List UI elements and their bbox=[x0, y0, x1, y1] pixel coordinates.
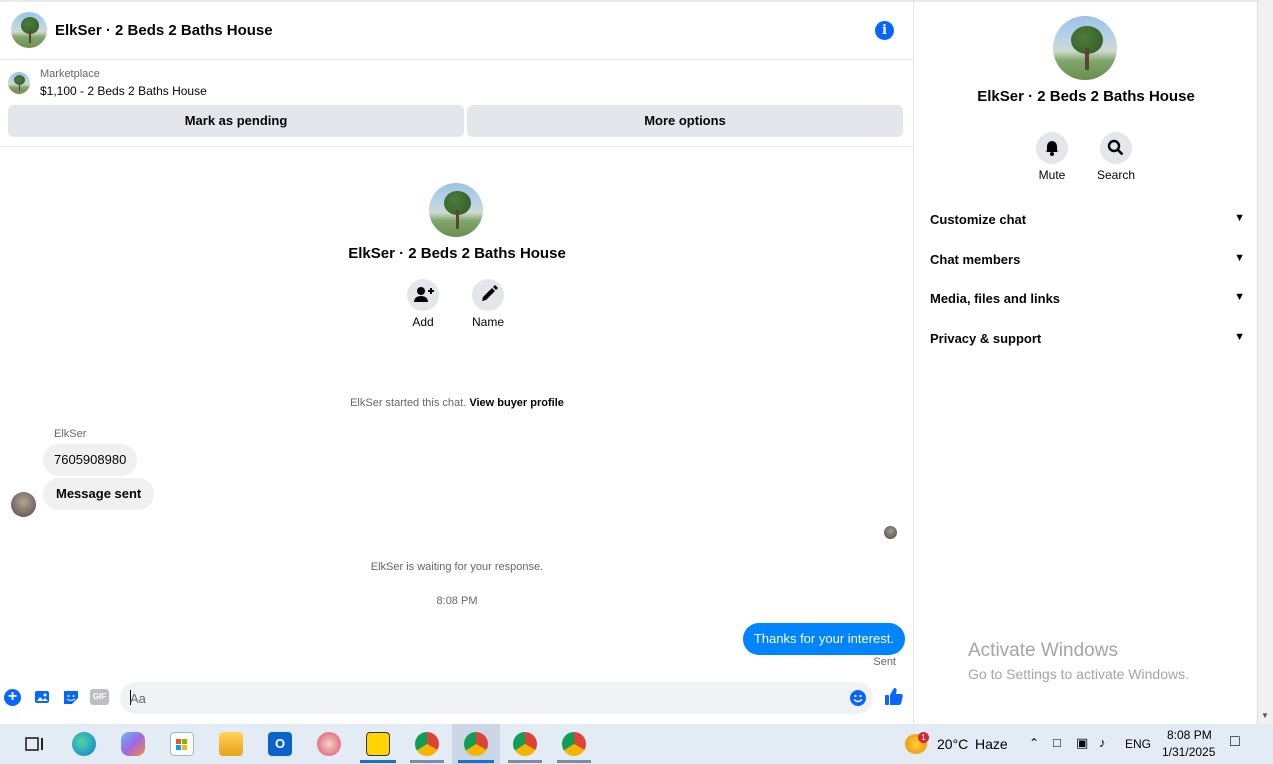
seen-indicator-avatar bbox=[884, 526, 897, 539]
scrollbar[interactable]: ▼ bbox=[1257, 0, 1273, 724]
message-placeholder: Aa bbox=[130, 691, 146, 706]
scroll-down-arrow-icon[interactable]: ▼ bbox=[1261, 711, 1269, 720]
sender-avatar[interactable] bbox=[11, 492, 36, 517]
notifications-icon[interactable]: □ bbox=[1230, 733, 1240, 751]
sticky-notes-icon[interactable] bbox=[366, 732, 390, 756]
chevron-down-icon: ▼ bbox=[1234, 291, 1245, 303]
clock-time[interactable]: 8:08 PM bbox=[1167, 728, 1212, 742]
profile-name: ElkSer · 2 Beds 2 Baths House bbox=[348, 245, 566, 262]
chat-started-text: ElkSer started this chat. bbox=[350, 397, 467, 409]
section-label: Chat members bbox=[930, 252, 1021, 267]
chevron-down-icon: ▼ bbox=[1234, 212, 1245, 224]
chevron-down-icon: ▼ bbox=[1234, 252, 1245, 264]
bell-icon bbox=[1046, 141, 1058, 156]
section-chat-members[interactable]: Chat members ▼ bbox=[930, 252, 1245, 267]
waiting-notice: ElkSer is waiting for your response. bbox=[370, 561, 544, 573]
side-avatar[interactable] bbox=[1053, 16, 1117, 80]
thumbs-up-icon[interactable] bbox=[883, 686, 904, 707]
sender-name: ElkSer bbox=[54, 428, 87, 440]
gif-icon[interactable]: GIF bbox=[90, 689, 109, 705]
task-view-icon[interactable] bbox=[22, 732, 46, 756]
open-indicator bbox=[410, 760, 444, 763]
section-media-files-links[interactable]: Media, files and links ▼ bbox=[930, 291, 1245, 306]
chat-started-notice: ElkSer started this chat. View buyer pro… bbox=[0, 397, 914, 409]
add-label: Add bbox=[412, 315, 434, 329]
section-privacy-support[interactable]: Privacy & support ▼ bbox=[930, 331, 1245, 346]
chrome-profile-icon[interactable] bbox=[464, 732, 488, 756]
chrome-profile-icon[interactable] bbox=[562, 732, 586, 756]
view-buyer-profile-link[interactable]: View buyer profile bbox=[469, 397, 564, 409]
add-person-icon bbox=[414, 287, 434, 302]
outgoing-message[interactable]: Thanks for your interest. bbox=[742, 623, 905, 655]
side-title: ElkSer · 2 Beds 2 Baths House bbox=[977, 88, 1195, 105]
message-input[interactable]: Aa bbox=[120, 682, 873, 714]
message-timestamp: 8:08 PM bbox=[436, 595, 478, 607]
chevron-down-icon: ▼ bbox=[1234, 331, 1245, 343]
edge-icon[interactable] bbox=[72, 732, 96, 756]
mark-as-pending-button[interactable]: Mark as pending bbox=[8, 105, 464, 137]
mute-button[interactable] bbox=[1036, 132, 1068, 164]
watermark-subtitle: Go to Settings to activate Windows. bbox=[968, 666, 1189, 682]
name-label: Name bbox=[471, 315, 504, 329]
chat-info-panel: ElkSer · 2 Beds 2 Baths House Mute Searc… bbox=[915, 2, 1257, 724]
active-indicator bbox=[458, 760, 494, 763]
store-icon[interactable] bbox=[170, 732, 194, 756]
volume-icon[interactable]: ♪ bbox=[1099, 735, 1106, 750]
activate-windows-watermark: Activate Windows Go to Settings to activ… bbox=[968, 640, 1189, 682]
header-avatar[interactable] bbox=[11, 12, 47, 48]
message-status: Sent bbox=[873, 656, 896, 668]
incoming-message[interactable]: Message sent bbox=[43, 478, 155, 510]
chat-header: ElkSer · 2 Beds 2 Baths House i bbox=[0, 2, 914, 60]
incoming-message[interactable]: 7605908980 bbox=[43, 444, 138, 476]
profile-avatar[interactable] bbox=[429, 183, 483, 237]
search-icon bbox=[1107, 139, 1124, 156]
copilot-icon[interactable] bbox=[121, 732, 145, 756]
mute-label: Mute bbox=[1038, 168, 1066, 182]
weather-desc[interactable]: Haze bbox=[975, 736, 1008, 752]
more-options-button[interactable]: More options bbox=[467, 105, 903, 137]
plus-icon[interactable]: + bbox=[4, 689, 21, 706]
section-label: Media, files and links bbox=[930, 291, 1061, 306]
marketplace-label: Marketplace bbox=[40, 68, 100, 80]
chevron-up-icon[interactable]: ⌃ bbox=[1029, 736, 1039, 750]
section-customize-chat[interactable]: Customize chat ▼ bbox=[930, 212, 1245, 227]
chrome-profile-icon[interactable] bbox=[513, 732, 537, 756]
outlook-icon[interactable]: O bbox=[268, 732, 292, 756]
search-label: Search bbox=[1096, 168, 1136, 182]
pencil-icon bbox=[482, 285, 498, 301]
name-button[interactable] bbox=[472, 279, 504, 311]
open-indicator bbox=[508, 760, 542, 763]
search-button[interactable] bbox=[1100, 132, 1132, 164]
marketplace-bar: Marketplace $1,100 - 2 Beds 2 Baths Hous… bbox=[0, 60, 914, 147]
add-people-button[interactable] bbox=[407, 279, 439, 311]
paint-icon[interactable] bbox=[317, 732, 341, 756]
image-icon[interactable] bbox=[33, 688, 51, 706]
language-indicator[interactable]: ENG bbox=[1125, 737, 1151, 751]
taskbar: O 1 20°C Haze ⌃ □ ▣ ♪ ENG 8:08 PM 1/31/2… bbox=[0, 724, 1273, 764]
file-explorer-icon[interactable] bbox=[219, 732, 243, 756]
meet-now-icon[interactable]: □ bbox=[1053, 735, 1061, 750]
sticker-icon[interactable] bbox=[62, 688, 80, 706]
chat-pane: ElkSer · 2 Beds 2 Baths House i Marketpl… bbox=[0, 0, 914, 724]
open-indicator bbox=[557, 760, 591, 763]
listing-thumbnail[interactable] bbox=[8, 72, 30, 94]
weather-badge: 1 bbox=[918, 732, 929, 743]
listing-title[interactable]: $1,100 - 2 Beds 2 Baths House bbox=[40, 84, 207, 98]
section-label: Privacy & support bbox=[930, 331, 1042, 346]
network-icon[interactable]: ▣ bbox=[1076, 735, 1088, 751]
emoji-icon[interactable] bbox=[849, 689, 867, 707]
section-label: Customize chat bbox=[930, 212, 1027, 227]
clock-date[interactable]: 1/31/2025 bbox=[1162, 745, 1215, 759]
active-indicator bbox=[360, 760, 396, 763]
chrome-icon[interactable] bbox=[415, 732, 439, 756]
messenger-app: ElkSer · 2 Beds 2 Baths House i Marketpl… bbox=[0, 0, 1273, 724]
watermark-title: Activate Windows bbox=[968, 640, 1118, 661]
weather-temp[interactable]: 20°C bbox=[937, 736, 968, 752]
chat-title[interactable]: ElkSer · 2 Beds 2 Baths House bbox=[55, 22, 273, 39]
info-icon[interactable]: i bbox=[875, 21, 894, 40]
